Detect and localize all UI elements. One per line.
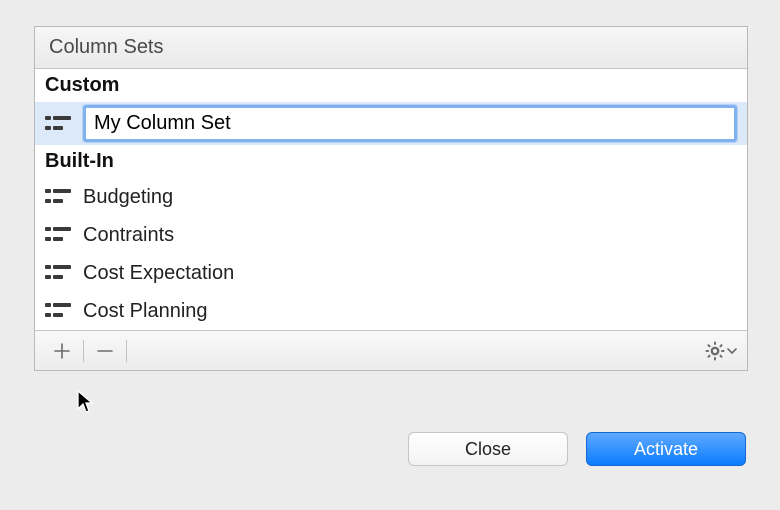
section-header-custom: Custom [35,69,747,102]
gear-icon [705,341,725,361]
dialog-buttons: Close Activate [408,432,746,466]
column-sets-panel: Column Sets Custom Built-In [34,26,748,371]
remove-button[interactable] [88,337,122,365]
list-item-label: Cost Planning [83,300,208,323]
list-item[interactable]: Cost Planning [35,292,747,330]
column-set-icon [45,300,71,322]
list-item-label: Cost Expectation [83,262,234,285]
list-item[interactable]: Cost Expectation [35,254,747,292]
column-set-icon [45,186,71,208]
section-header-builtin: Built-In [35,145,747,178]
column-set-icon [45,262,71,284]
actions-menu-button[interactable] [705,341,737,361]
column-set-icon [45,224,71,246]
column-set-icon [45,113,71,135]
list-item[interactable]: Contraints [35,216,747,254]
add-button[interactable] [45,337,79,365]
toolbar-separator [83,340,84,362]
list-item[interactable]: Budgeting [35,178,747,216]
mouse-cursor [76,389,96,420]
list-item-label: Contraints [83,224,174,247]
column-set-name-input[interactable] [83,105,737,142]
close-button[interactable]: Close [408,432,568,466]
toolbar-separator [126,340,127,362]
list-item-editing[interactable] [35,102,747,145]
list-toolbar [35,330,747,370]
activate-button[interactable]: Activate [586,432,746,466]
list-item-label: Budgeting [83,186,173,209]
panel-title: Column Sets [35,27,747,69]
chevron-down-icon [727,346,737,356]
